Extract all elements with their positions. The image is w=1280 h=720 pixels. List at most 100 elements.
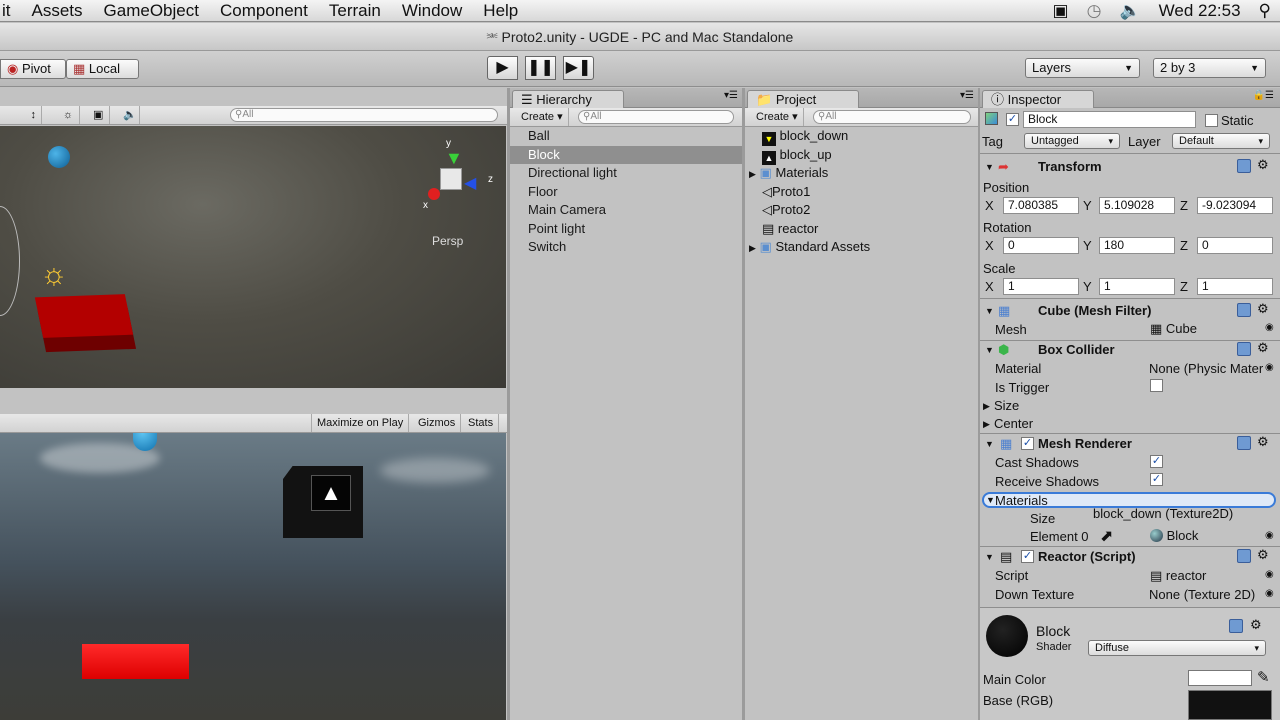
main-color-swatch[interactable] [1188,670,1252,686]
project-item-block-up[interactable]: ▲ block_up [745,146,978,165]
menu-item-gameobject[interactable]: GameObject [93,1,209,21]
scale-x-input[interactable]: 1 [1003,278,1079,295]
position-y-input[interactable]: 5.109028 [1099,197,1175,214]
object-picker-icon[interactable]: ◉ [1265,569,1274,580]
pivot-button[interactable]: ◉ Pivot [0,59,66,79]
pause-button[interactable]: ❚❚ [525,56,556,80]
foldout-expanded-icon[interactable]: ▼ [985,340,994,360]
persp-label[interactable]: Persp [432,234,463,248]
step-button[interactable]: ▶❚ [563,56,594,80]
clock[interactable]: Wed 22:53 [1159,1,1241,21]
transform-header[interactable]: ▼ ➦ Transform [980,157,1280,177]
help-book-icon[interactable] [1237,549,1251,563]
ball-object[interactable] [48,146,70,168]
tab-hierarchy[interactable]: ☰ Hierarchy [512,90,624,109]
foldout-expanded-icon[interactable]: ▼ [985,434,994,454]
hierarchy-item-ball[interactable]: Ball [510,127,742,146]
hierarchy-search-input[interactable]: ⚲All [578,110,734,124]
volume-icon[interactable]: 🔈 [1119,1,1140,21]
project-item-reactor[interactable]: ▤ reactor [745,220,978,239]
scene-search-input[interactable]: ⚲All [230,108,498,122]
project-item-standard-assets[interactable]: ▶ ▣ Standard Assets [745,238,978,257]
hierarchy-item-block[interactable]: Block [510,145,742,164]
spotlight-search-icon[interactable]: ⚲ [1259,1,1271,21]
image-toggle-icon[interactable]: ▣ [88,106,110,124]
is-trigger-checkbox[interactable] [1150,379,1163,392]
gear-icon[interactable]: ⚙ [1257,434,1269,450]
script-field[interactable]: ▤ reactor [1150,568,1206,584]
position-x-input[interactable]: 7.080385 [1003,197,1079,214]
rotation-z-input[interactable]: 0 [1197,237,1273,254]
receive-shadows-checkbox[interactable]: ✓ [1150,473,1163,486]
help-book-icon[interactable] [1237,159,1251,173]
expand-triangle-icon[interactable]: ▶ [749,169,756,179]
layers-dropdown[interactable]: Layers ▼ [1025,58,1140,78]
element0-field[interactable]: Block [1150,528,1198,543]
foldout-collapsed-icon[interactable]: ▶ [983,401,990,412]
mesh-renderer-enabled-checkbox[interactable]: ✓ [1021,437,1034,450]
hierarchy-item-floor[interactable]: Floor [510,183,742,202]
object-picker-icon[interactable]: ◉ [1265,530,1274,541]
cast-shadows-checkbox[interactable]: ✓ [1150,455,1163,468]
hierarchy-create-dropdown[interactable]: Create ▾ [516,108,569,126]
foldout-expanded-icon[interactable]: ▼ [985,157,994,177]
project-create-dropdown[interactable]: Create ▾ [751,108,804,126]
hierarchy-item-main-camera[interactable]: Main Camera [510,201,742,220]
collider-material-field[interactable]: None (Physic Mater [1149,361,1264,376]
audio-toggle-icon[interactable]: 🔈 [118,106,140,124]
menu-item-terrain[interactable]: Terrain [318,1,391,21]
orientation-gizmo[interactable]: y ▼ ◀ z x [418,138,498,218]
position-z-input[interactable]: -9.023094 [1197,197,1273,214]
local-button[interactable]: ▦ Local [66,59,139,79]
camera-icon[interactable]: ▣ [1053,1,1069,21]
hierarchy-item-point-light[interactable]: Point light [510,220,742,239]
collider-size-label[interactable]: Size [994,398,1019,413]
collider-center-label[interactable]: Center [994,416,1033,431]
object-picker-icon[interactable]: ◉ [1265,362,1274,373]
block-object[interactable] [34,294,134,338]
project-search-input[interactable]: ⚲All [813,110,971,124]
foldout-expanded-icon[interactable]: ▼ [985,301,994,321]
tab-inspector[interactable]: ⓘ Inspector [982,90,1094,109]
base-texture-slot[interactable] [1188,690,1272,720]
rotation-x-input[interactable]: 0 [1003,237,1079,254]
maximize-on-play-toggle[interactable]: Maximize on Play [311,414,410,432]
object-name-input[interactable]: Block [1023,111,1196,128]
foldout-collapsed-icon[interactable]: ▶ [983,419,990,430]
light-sun-icon[interactable]: ☼ [40,258,68,292]
switch-object[interactable] [82,644,189,679]
draw-mode-dropdown[interactable]: ↕ [0,106,42,124]
foldout-expanded-icon[interactable]: ▼ [986,495,995,505]
mesh-field[interactable]: ▦ Cube [1150,321,1197,337]
reactor-enabled-checkbox[interactable]: ✓ [1021,550,1034,563]
help-book-icon[interactable] [1229,619,1243,633]
scale-z-input[interactable]: 1 [1197,278,1273,295]
scene-viewport[interactable]: ☼ y ▼ ◀ z x Persp [0,126,506,388]
layout-dropdown[interactable]: 2 by 3 ▼ [1153,58,1266,78]
active-checkbox[interactable]: ✓ [1006,113,1019,126]
hierarchy-item-switch[interactable]: Switch [510,238,742,257]
box-collider-header[interactable]: ▼ ⬢ Box Collider [980,340,1280,360]
panel-menu-icon[interactable]: ▾☰ [724,90,738,101]
object-picker-icon[interactable]: ◉ [1265,322,1274,333]
lighting-toggle-icon[interactable]: ☼ [58,106,80,124]
menu-item-edit[interactable]: it [0,1,21,21]
rotation-y-input[interactable]: 180 [1099,237,1175,254]
static-checkbox[interactable] [1205,114,1218,127]
gear-icon[interactable]: ⚙ [1257,157,1269,173]
menu-item-window[interactable]: Window [391,1,472,21]
tab-project[interactable]: 📁 Project [747,90,859,109]
hierarchy-item-directional-light[interactable]: Directional light [510,164,742,183]
foldout-expanded-icon[interactable]: ▼ [985,547,994,567]
gizmos-toggle[interactable]: Gizmos [413,414,462,432]
help-book-icon[interactable] [1237,436,1251,450]
menu-item-help[interactable]: Help [472,1,528,21]
scale-y-input[interactable]: 1 [1099,278,1175,295]
help-book-icon[interactable] [1237,342,1251,356]
menu-item-component[interactable]: Component [209,1,318,21]
stats-toggle[interactable]: Stats [463,414,500,432]
panel-menu-icon[interactable]: ▾☰ [960,90,974,101]
project-item-block-down[interactable]: ▼ block_down [745,127,978,146]
object-picker-icon[interactable]: ◉ [1265,588,1274,599]
help-book-icon[interactable] [1237,303,1251,317]
